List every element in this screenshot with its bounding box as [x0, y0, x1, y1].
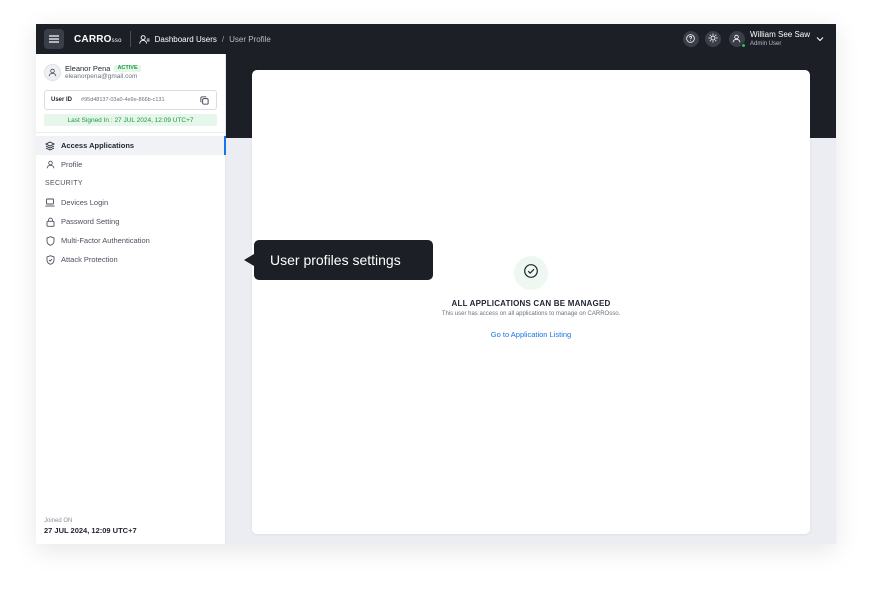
user-id-field: User ID #95d48137-03a0-4e9e-866b-c131 — [44, 90, 217, 110]
sidebar-nav: Access Applications Profile SECURITY Dev… — [36, 136, 226, 269]
check-circle-icon — [523, 263, 539, 284]
help-button[interactable] — [682, 30, 699, 48]
content-card: ALL APPLICATIONS CAN BE MANAGED This use… — [252, 70, 810, 534]
tooltip: User profiles settings — [254, 240, 433, 280]
profile-info: Eleanor Pena ACTIVE eleanorpena@gmail.co… — [65, 63, 141, 81]
check-badge — [514, 256, 548, 290]
brand-logo[interactable]: CARROsso — [74, 34, 122, 45]
divider — [129, 31, 131, 47]
section-label-security: SECURITY — [45, 180, 83, 187]
profile-email: eleanorpena@gmail.com — [65, 73, 138, 80]
breadcrumb-current: User Profile — [229, 34, 271, 44]
sun-icon — [708, 30, 718, 48]
chevron-down-icon[interactable] — [816, 36, 824, 42]
empty-state-title: ALL APPLICATIONS CAN BE MANAGED — [451, 299, 611, 308]
user-id-label: User ID — [51, 97, 73, 103]
sidebar-item-mfa[interactable]: Multi-Factor Authentication — [36, 231, 225, 250]
empty-state-subtitle: This user has access on all applications… — [441, 311, 621, 317]
shield-check-icon — [45, 254, 55, 265]
sidebar-item-profile[interactable]: Profile — [36, 155, 225, 174]
tooltip-arrow — [244, 254, 254, 266]
go-to-application-listing-link[interactable]: Go to Application Listing — [491, 330, 571, 339]
sidebar-item-label: Multi-Factor Authentication — [61, 236, 150, 245]
lock-icon — [45, 217, 55, 227]
joined-info: Joined ON 27 JUL 2024, 12:09 UTC+7 — [44, 518, 137, 535]
user-role: Admin User — [749, 41, 782, 47]
user-name: William See Saw — [749, 30, 810, 39]
users-icon — [138, 33, 151, 45]
profile-name-row: Eleanor Pena ACTIVE — [65, 63, 141, 73]
user-avatar[interactable] — [728, 31, 746, 48]
user-menu[interactable]: William See Saw Admin User — [749, 30, 810, 48]
sidebar-item-label: Profile — [61, 160, 83, 169]
sidebar-item-attack-protection[interactable]: Attack Protection — [36, 250, 225, 269]
joined-label: Joined ON — [44, 517, 73, 524]
breadcrumb-separator: / — [221, 34, 225, 44]
profile-summary: Eleanor Pena ACTIVE eleanorpena@gmail.co… — [36, 54, 225, 81]
last-signed-in: Last Signed In : 27 JUL 2024, 12:09 UTC+… — [44, 114, 217, 126]
joined-date: 27 JUL 2024, 12:09 UTC+7 — [44, 525, 137, 535]
menu-button[interactable] — [44, 29, 64, 49]
sidebar-item-label: Devices Login — [61, 198, 109, 207]
shield-icon — [45, 235, 55, 246]
sidebar: Eleanor Pena ACTIVE eleanorpena@gmail.co… — [36, 54, 226, 544]
help-icon — [686, 30, 696, 48]
app-window: CARROsso Dashboard Users / User Profile — [36, 24, 836, 544]
breadcrumb-section[interactable]: Dashboard Users — [155, 35, 217, 44]
profile-name: Eleanor Pena — [65, 63, 111, 73]
top-bar: CARROsso Dashboard Users / User Profile — [36, 24, 836, 54]
copy-icon[interactable] — [200, 95, 210, 105]
laptop-icon — [45, 198, 55, 208]
status-badge: ACTIVE — [114, 64, 141, 72]
sidebar-divider — [36, 132, 225, 133]
sidebar-item-label: Attack Protection — [61, 255, 118, 264]
menu-icon — [49, 30, 59, 48]
theme-toggle-button[interactable] — [704, 30, 721, 48]
sidebar-item-label: Password Setting — [61, 217, 120, 226]
user-id-value: #95d48137-03a0-4e9e-866b-c131 — [81, 97, 165, 103]
layers-icon — [45, 140, 55, 151]
profile-avatar — [44, 64, 61, 81]
online-indicator — [740, 43, 746, 48]
sidebar-item-password-setting[interactable]: Password Setting — [36, 212, 225, 231]
sidebar-item-devices-login[interactable]: Devices Login — [36, 193, 225, 212]
sidebar-item-label: Access Applications — [61, 141, 135, 150]
top-right-actions: William See Saw Admin User — [677, 30, 824, 48]
user-icon — [45, 160, 55, 170]
sidebar-item-access-applications[interactable]: Access Applications — [36, 136, 226, 155]
user-icon — [48, 64, 57, 82]
